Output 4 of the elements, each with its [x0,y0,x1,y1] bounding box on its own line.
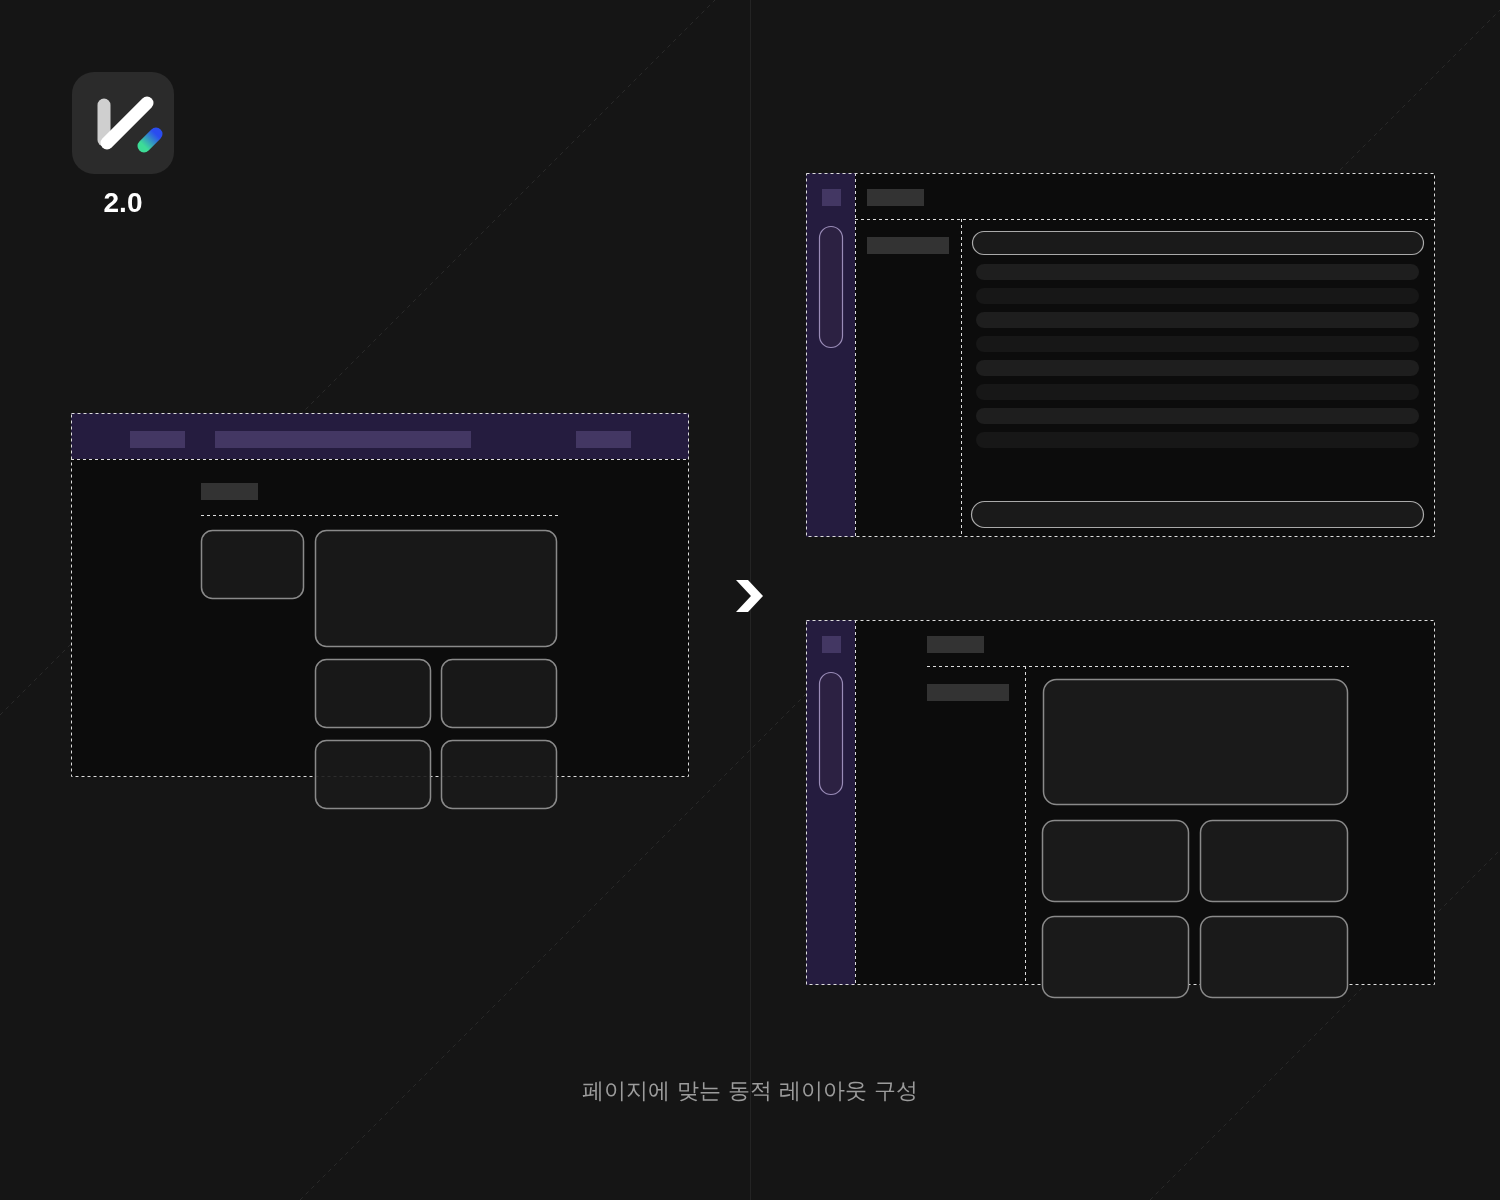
app-logo-icon [72,72,174,174]
version-label: 2.0 [102,189,144,217]
caption-text: 페이지에 맞는 동적 레이아웃 구성 [582,1078,918,1103]
chevron-right-icon [736,580,763,612]
